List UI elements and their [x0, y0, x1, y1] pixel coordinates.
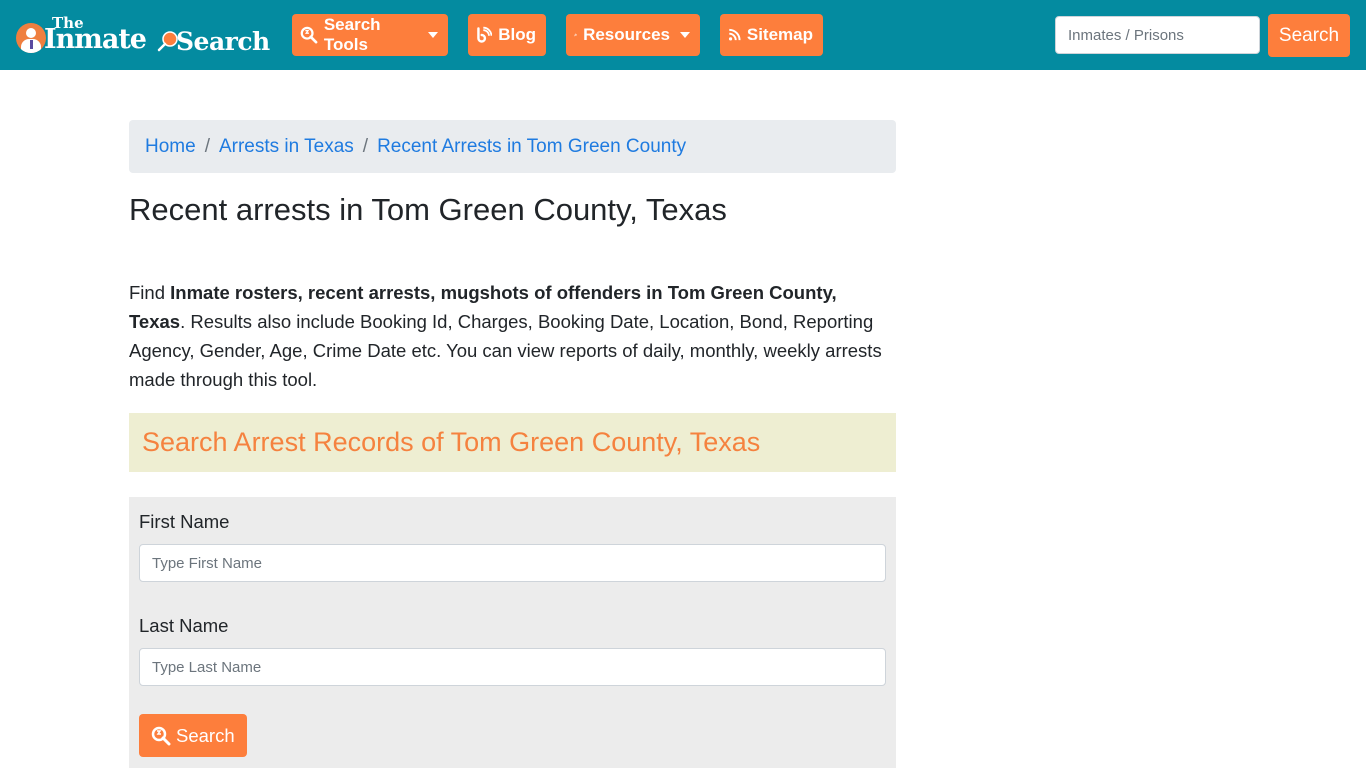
top-navbar: The Inmate Search Search Tools Blog Reso… — [0, 0, 1366, 70]
leaf-icon — [574, 33, 577, 37]
inmate-avatar-icon — [16, 23, 46, 53]
intro-suffix: . Results also include Booking Id, Charg… — [129, 311, 882, 390]
first-name-input[interactable] — [139, 544, 886, 582]
chevron-down-icon — [680, 32, 690, 38]
breadcrumb-separator: / — [204, 135, 210, 157]
nav-sitemap-button[interactable]: Sitemap — [720, 14, 823, 56]
breadcrumb-home-link[interactable]: Home — [145, 136, 196, 158]
search-section-banner: Search Arrest Records of Tom Green Count… — [129, 413, 896, 472]
first-name-label: First Name — [139, 511, 230, 532]
breadcrumb-separator: / — [362, 135, 369, 157]
logo-text-search: Search — [176, 27, 270, 56]
breadcrumb-arrests-texas-link[interactable]: Arrests in Texas — [219, 136, 354, 158]
nav-resources-label: Resources — [583, 25, 670, 44]
last-name-label: Last Name — [139, 615, 229, 636]
chevron-down-icon — [428, 32, 438, 38]
header-search-button[interactable]: Search — [1268, 14, 1350, 57]
search-section-heading: Search Arrest Records of Tom Green Count… — [142, 427, 761, 457]
search-icon — [151, 726, 171, 745]
nav-resources-button[interactable]: Resources — [566, 14, 700, 56]
nav-search-tools-button[interactable]: Search Tools — [292, 14, 448, 56]
nav-search-tools-label: Search Tools — [323, 15, 381, 54]
last-name-input[interactable] — [139, 648, 886, 686]
page-title: Recent arrests in Tom Green County, Texa… — [129, 192, 727, 227]
logo-text-inmate: Inmate — [44, 24, 147, 55]
breadcrumb: Home / Arrests in Texas / Recent Arrests… — [129, 120, 896, 173]
search-tools-icon — [300, 26, 318, 44]
inmate-search-input[interactable] — [1055, 16, 1260, 54]
nav-blog-button[interactable]: Blog — [468, 14, 546, 56]
blog-icon — [477, 26, 493, 43]
arrest-search-form: First Name Last Name Search — [129, 497, 896, 768]
rss-icon — [728, 28, 741, 41]
intro-paragraph: Find Inmate rosters, recent arrests, mug… — [129, 278, 896, 394]
form-search-button[interactable]: Search — [139, 714, 247, 757]
form-search-label: Search — [176, 724, 235, 746]
breadcrumb-current-page[interactable]: Recent Arrests in Tom Green County — [377, 136, 686, 158]
nav-blog-label: Blog — [498, 25, 536, 44]
nav-sitemap-label: Sitemap — [746, 25, 813, 44]
site-logo[interactable]: The Inmate Search — [14, 14, 270, 56]
intro-prefix: Find — [129, 282, 171, 303]
